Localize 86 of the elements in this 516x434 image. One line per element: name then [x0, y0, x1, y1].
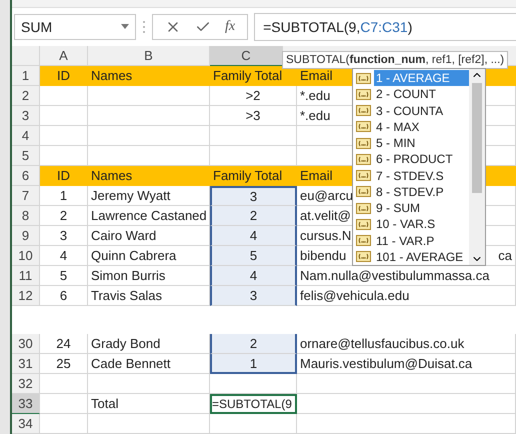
table-cell: Lawrence Castaned: [88, 206, 210, 226]
table-cell: 4: [40, 246, 88, 266]
row-number[interactable]: 3: [12, 106, 40, 126]
selected-cell: 5: [210, 246, 297, 266]
table-cell: Simon Burris: [88, 266, 210, 286]
insert-function-button[interactable]: fx: [225, 19, 236, 35]
row-number[interactable]: 8: [12, 206, 40, 226]
autocomplete-item[interactable]: 7 - STDEV.S: [374, 168, 469, 184]
formula-field[interactable]: =SUBTOTAL(9,C7:C31): [254, 13, 516, 41]
autocomplete-item[interactable]: 2 - COUNT: [374, 86, 469, 102]
table-cell: Quinn Cabrera: [88, 246, 210, 266]
table-cell: Total: [88, 394, 210, 414]
row-number[interactable]: 7: [12, 186, 40, 206]
grip-icon: [142, 20, 146, 34]
function-icon: [356, 72, 371, 84]
selected-cell: 4: [210, 226, 297, 246]
cell-text: bibendu: [300, 248, 346, 263]
table-cell: 3: [40, 226, 88, 246]
function-icon: [356, 105, 371, 116]
row-number[interactable]: 5: [12, 146, 40, 166]
header-cell: Names: [88, 66, 210, 86]
row-number[interactable]: 33: [12, 394, 40, 414]
table-cell: >3: [210, 106, 297, 126]
name-box[interactable]: SUM: [14, 14, 136, 40]
function-icon: [356, 251, 371, 262]
cell-text: ca: [498, 248, 512, 263]
table-cell: ornare@tellusfaucibus.co.uk: [297, 334, 516, 354]
autocomplete-item[interactable]: 5 - MIN: [374, 135, 469, 152]
table-cell: Grady Bond: [88, 334, 210, 354]
table-cell: 6: [40, 286, 88, 306]
table-cell: Mauris.vestibulum@Duisat.ca: [297, 354, 516, 374]
function-icon: [356, 138, 371, 149]
selected-cell: 3: [210, 286, 297, 306]
row-number[interactable]: 11: [12, 266, 40, 286]
row-number[interactable]: 2: [12, 86, 40, 106]
column-header[interactable]: B: [88, 46, 210, 66]
autocomplete-item[interactable]: 6 - PRODUCT: [374, 151, 469, 168]
table-cell: >2: [210, 86, 297, 106]
function-icon: [356, 170, 371, 182]
header-cell: Family Total: [210, 166, 297, 186]
autocomplete-item[interactable]: 8 - STDEV.P: [374, 184, 469, 200]
table-cell: 5: [40, 266, 88, 286]
table-cell: 2: [40, 206, 88, 226]
autocomplete-item[interactable]: 101 - AVERAGE: [374, 248, 469, 265]
function-icon: [356, 235, 371, 246]
table-cell: Cade Bennett: [88, 354, 210, 374]
header-cell: Family Total: [210, 66, 297, 86]
table-cell: Nam.nulla@vestibulummassa.ca: [297, 266, 516, 286]
formula-input[interactable]: =SUBTOTAL(9: [210, 394, 297, 414]
function-icon: [356, 202, 371, 214]
function-icon: [356, 154, 371, 165]
function-icon: [356, 186, 371, 198]
row-number[interactable]: 31: [12, 354, 40, 374]
selected-cell: 1: [210, 354, 297, 374]
function-icon: [356, 88, 371, 100]
header-cell: ID: [40, 66, 88, 86]
scrollbar[interactable]: [469, 69, 485, 265]
table-cell: 25: [40, 354, 88, 374]
function-icon: [356, 218, 371, 230]
row-number[interactable]: 10: [12, 246, 40, 266]
function-icon: [356, 121, 371, 132]
autocomplete-item[interactable]: 11 - VAR.P: [374, 232, 469, 249]
row-number[interactable]: 30: [12, 334, 40, 354]
table-cell: Travis Salas: [88, 286, 210, 306]
row-number[interactable]: 12: [12, 286, 40, 306]
column-header[interactable]: C: [210, 46, 283, 66]
row-number[interactable]: 6: [12, 166, 40, 186]
row-number[interactable]: 32: [12, 374, 40, 394]
header-cell: Names: [88, 166, 210, 186]
table-cell: Cairo Ward: [88, 226, 210, 246]
selected-cell: 4: [210, 266, 297, 286]
row-number[interactable]: 4: [12, 126, 40, 146]
table-cell: 1: [40, 186, 88, 206]
table-cell: felis@vehicula.edu: [297, 286, 516, 306]
caret-icon: [121, 24, 129, 30]
selected-cell: 3: [210, 186, 297, 206]
function-tooltip: SUBTOTAL(function_num, ref1, [ref2], ...): [282, 51, 508, 69]
selected-cell: 2: [210, 206, 297, 226]
row-number[interactable]: 9: [12, 226, 40, 246]
header-cell: ID: [40, 166, 88, 186]
column-header[interactable]: A: [40, 46, 88, 66]
table-cell: 24: [40, 334, 88, 354]
table-cell: Jeremy Wyatt: [88, 186, 210, 206]
selected-cell: 2: [210, 334, 297, 354]
row-number[interactable]: 1: [12, 66, 40, 86]
row-number[interactable]: 34: [12, 414, 40, 434]
